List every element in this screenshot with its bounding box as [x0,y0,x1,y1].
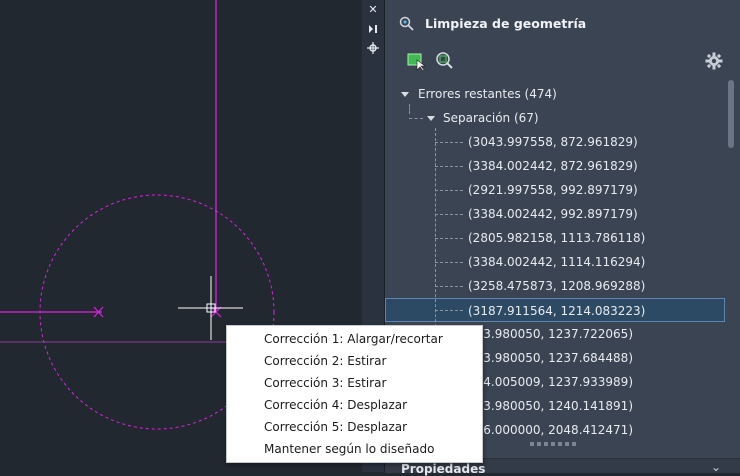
close-icon[interactable]: ✕ [366,3,380,17]
error-coordinate: (3187.911564, 1214.083223) [468,304,646,318]
tree-root-row[interactable]: Errores restantes (474) [385,82,725,106]
menu-item-fix-2[interactable]: Corrección 2: Estirar [227,350,482,372]
scroll-thumb[interactable] [728,80,734,148]
error-coordinate: (3384.002442, 872.961829) [468,159,638,173]
error-coordinate: 383.980050, 1237.684488) [468,351,633,365]
menu-item-fix-3[interactable]: Corrección 3: Estirar [227,372,482,394]
menu-item-label: Corrección 3: Estirar [264,376,387,390]
tree-guide [435,238,463,239]
tree-group-label: Separación (67) [443,111,539,125]
menu-item-label: Corrección 5: Desplazar [264,420,408,434]
menu-item-label: Corrección 1: Alargar/recortar [264,332,443,346]
tree-guide [435,166,463,167]
cleanup-magnifier-icon [399,16,414,31]
menu-item-label: Corrección 2: Estirar [264,354,387,368]
tree-guide [435,214,463,215]
tree-root-label: Errores restantes (474) [418,87,557,101]
error-coordinate: (3043.997558, 872.961829) [468,135,638,149]
zoom-error-button[interactable] [433,50,455,72]
autohide-icon[interactable] [366,22,380,36]
select-geometry-button[interactable] [405,50,427,72]
error-coordinate: (2921.997558, 992.897179) [468,183,638,197]
resize-grip-icon[interactable] [530,442,580,446]
fix-context-menu: Corrección 1: Alargar/recortar Corrección… [226,325,483,463]
error-coordinate: (3384.002442, 1114.116294) [468,255,646,269]
properties-label: Propiedades [401,462,486,476]
menu-item-fix-1[interactable]: Corrección 1: Alargar/recortar [227,328,482,350]
expand-caret-icon[interactable] [427,116,435,121]
error-coordinate: 586.000000, 2048.412471) [468,423,633,437]
menu-item-fix-5[interactable]: Corrección 5: Desplazar [227,416,482,438]
palette-title: Limpieza de geometría [425,16,587,31]
tree-guide [435,190,463,191]
menu-item-fix-4[interactable]: Corrección 4: Desplazar [227,394,482,416]
menu-item-label: Corrección 4: Desplazar [264,398,408,412]
error-coordinate: (2805.982158, 1113.786118) [468,231,646,245]
settings-gear-icon[interactable] [703,50,725,72]
tree-guide [435,286,463,287]
tree-guide [435,142,463,143]
error-coordinate: 374.005009, 1237.933989) [468,375,633,389]
tree-guide [435,262,463,263]
properties-icon[interactable] [366,41,380,55]
palette-header: Limpieza de geometría [385,0,740,46]
tree-group-row[interactable]: Separación (67) [385,106,725,130]
error-coordinate: 373.980050, 1240.141891) [468,399,633,413]
palette-toolbar [385,48,740,76]
menu-item-label: Mantener según lo diseñado [264,442,435,456]
error-coordinate: (3384.002442, 992.897179) [468,207,638,221]
tree-guide [435,310,463,311]
error-coordinate: 383.980050, 1237.722065) [468,327,633,341]
menu-item-fix-6[interactable]: Mantener según lo diseñado [227,438,482,460]
expand-caret-icon[interactable] [401,92,409,97]
tree-scrollbar[interactable] [727,80,735,440]
error-coordinate: (3258.475873, 1208.969288) [468,279,646,293]
